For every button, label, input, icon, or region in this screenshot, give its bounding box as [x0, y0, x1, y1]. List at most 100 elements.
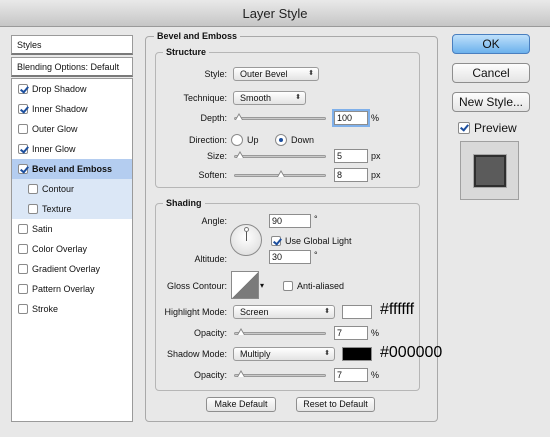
depth-label: Depth: [200, 113, 227, 123]
soften-slider-knob[interactable] [277, 170, 285, 177]
contour-dropdown-arrow-icon[interactable]: ▾ [260, 281, 264, 290]
direction-down-radio[interactable] [275, 134, 287, 146]
style-item-outer-glow[interactable]: Outer Glow [12, 119, 132, 139]
style-item-color-overlay[interactable]: Color Overlay [12, 239, 132, 259]
new-style-button[interactable]: New Style... [452, 92, 530, 112]
anti-aliased-checkbox[interactable] [283, 281, 293, 291]
drop-shadow-checkbox[interactable] [18, 84, 28, 94]
preview-label: Preview [474, 121, 517, 135]
depth-slider[interactable] [234, 113, 326, 120]
direction-down-label: Down [291, 135, 315, 145]
window-title: Layer Style [0, 0, 550, 27]
style-item-label: Color Overlay [32, 244, 88, 254]
depth-input[interactable]: 100 [334, 111, 368, 125]
altitude-input[interactable]: 30 [269, 250, 311, 264]
preview-thumbnail [460, 141, 519, 200]
reset-to-default-button[interactable]: Reset to Default [296, 397, 375, 412]
size-input[interactable]: 5 [334, 149, 368, 163]
structure-title: Structure [163, 47, 210, 58]
shadow-mode-select[interactable]: Multiply ⬍ [233, 347, 335, 361]
shadow-opacity-input[interactable]: 7 [334, 368, 368, 382]
style-item-label: Satin [32, 224, 53, 234]
depth-slider-knob[interactable] [235, 113, 243, 120]
soften-unit: px [371, 170, 381, 180]
cancel-button[interactable]: Cancel [452, 63, 530, 83]
shadow-color-swatch[interactable] [342, 347, 372, 361]
angle-dial[interactable] [230, 224, 262, 256]
highlight-mode-select[interactable]: Screen ⬍ [233, 305, 335, 319]
updown-arrow-icon: ⬍ [324, 308, 330, 315]
color-overlay-checkbox[interactable] [18, 244, 28, 254]
bevel-emboss-checkbox[interactable] [18, 164, 28, 174]
style-item-bevel-emboss[interactable]: Bevel and Emboss [12, 159, 132, 179]
inner-glow-checkbox[interactable] [18, 144, 28, 154]
highlight-mode-label: Highlight Mode: [164, 307, 227, 317]
soften-label: Soften: [198, 170, 227, 180]
shadow-hex-annotation: #000000 [380, 344, 443, 361]
pattern-overlay-checkbox[interactable] [18, 284, 28, 294]
texture-checkbox[interactable] [28, 204, 38, 214]
highlight-opacity-knob[interactable] [237, 328, 245, 335]
highlight-opacity-slider[interactable] [234, 328, 326, 335]
light-source-handle[interactable] [244, 227, 249, 232]
style-item-pattern-overlay[interactable]: Pattern Overlay [12, 279, 132, 299]
soften-input[interactable]: 8 [334, 168, 368, 182]
style-select[interactable]: Outer Bevel ⬍ [233, 67, 319, 81]
style-item-label: Inner Shadow [32, 104, 88, 114]
blending-options-item[interactable]: Blending Options: Default [11, 57, 133, 77]
highlight-color-swatch[interactable] [342, 305, 372, 319]
style-item-drop-shadow[interactable]: Drop Shadow [12, 79, 132, 99]
style-item-gradient-overlay[interactable]: Gradient Overlay [12, 259, 132, 279]
size-unit: px [371, 151, 381, 161]
inner-shadow-checkbox[interactable] [18, 104, 28, 114]
anti-aliased-label: Anti-aliased [297, 281, 345, 291]
shadow-opacity-slider[interactable] [234, 370, 326, 377]
satin-checkbox[interactable] [18, 224, 28, 234]
style-item-stroke[interactable]: Stroke [12, 299, 132, 319]
make-default-button[interactable]: Make Default [206, 397, 276, 412]
highlight-hex-annotation: #ffffff [380, 301, 415, 318]
updown-arrow-icon: ⬍ [308, 70, 314, 77]
updown-arrow-icon: ⬍ [295, 94, 301, 101]
angle-input[interactable]: 90 [269, 214, 311, 228]
gradient-overlay-checkbox[interactable] [18, 264, 28, 274]
size-label: Size: [206, 151, 227, 161]
technique-select[interactable]: Smooth ⬍ [233, 91, 306, 105]
shadow-opacity-knob[interactable] [237, 370, 245, 377]
angle-label: Angle: [201, 216, 227, 226]
style-item-inner-glow[interactable]: Inner Glow [12, 139, 132, 159]
stroke-checkbox[interactable] [18, 304, 28, 314]
style-item-contour[interactable]: Contour [12, 179, 132, 199]
shading-title: Shading [163, 198, 205, 209]
direction-up-radio[interactable] [231, 134, 243, 146]
angle-unit: ° [314, 214, 318, 224]
bevel-emboss-title: Bevel and Emboss [154, 31, 241, 42]
style-item-label: Gradient Overlay [32, 264, 101, 274]
updown-arrow-icon: ⬍ [324, 350, 330, 357]
soften-slider[interactable] [234, 170, 326, 177]
outer-glow-checkbox[interactable] [18, 124, 28, 134]
size-slider-knob[interactable] [236, 151, 244, 158]
style-item-label: Bevel and Emboss [32, 164, 113, 174]
styles-list: Drop Shadow Inner Shadow Outer Glow Inne… [11, 78, 133, 422]
styles-header[interactable]: Styles [11, 35, 133, 55]
style-item-label: Stroke [32, 304, 59, 314]
use-global-light-checkbox[interactable] [271, 236, 281, 246]
shadow-mode-label: Shadow Mode: [166, 349, 227, 359]
size-slider[interactable] [234, 151, 326, 158]
preview-checkbox[interactable] [458, 122, 470, 134]
style-item-label: Outer Glow [32, 124, 78, 134]
ok-button[interactable]: OK [452, 34, 530, 54]
style-item-label: Contour [42, 184, 75, 194]
direction-up-label: Up [247, 135, 259, 145]
style-item-inner-shadow[interactable]: Inner Shadow [12, 99, 132, 119]
style-item-label: Texture [42, 204, 72, 214]
style-item-satin[interactable]: Satin [12, 219, 132, 239]
style-item-texture[interactable]: Texture [12, 199, 132, 219]
highlight-opacity-input[interactable]: 7 [334, 326, 368, 340]
contour-checkbox[interactable] [28, 184, 38, 194]
style-item-label: Inner Glow [32, 144, 76, 154]
preview-swatch [474, 155, 506, 187]
highlight-opacity-label: Opacity: [193, 328, 227, 338]
gloss-contour-thumbnail[interactable] [231, 271, 259, 299]
